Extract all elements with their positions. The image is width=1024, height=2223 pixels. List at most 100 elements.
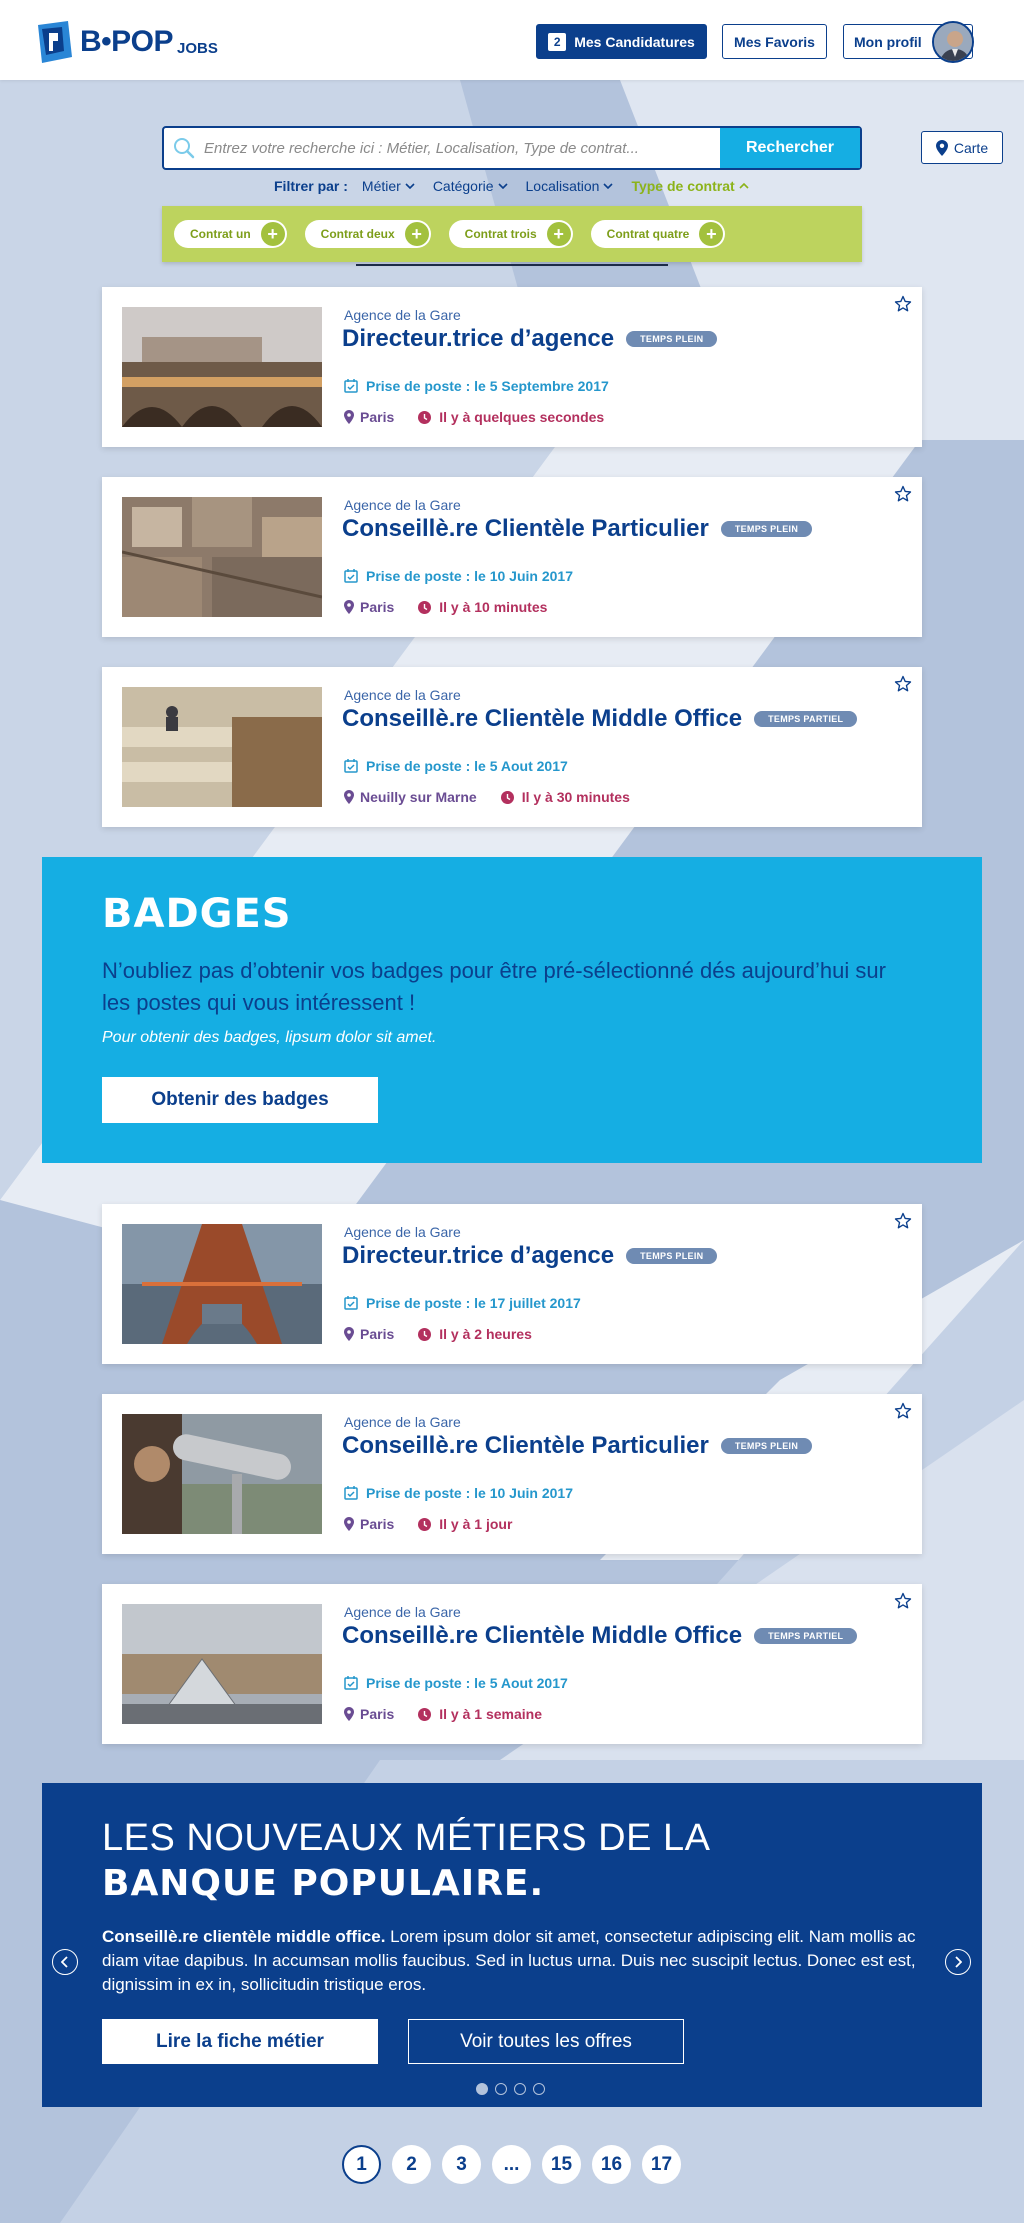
location-pin-icon <box>344 410 354 424</box>
page-button[interactable]: 16 <box>592 2145 631 2184</box>
location-pin-icon <box>344 790 354 804</box>
careers-banner: LES NOUVEAUX MÉTIERS DE LA BANQUE POPULA… <box>42 1783 982 2107</box>
location-pin-icon <box>344 1517 354 1531</box>
my-profile-button[interactable]: Mon profil <box>843 21 974 63</box>
job-start-date: Prise de poste : le 5 Septembre 2017 <box>344 378 609 394</box>
job-title-row: Conseillè.re Clientèle Middle Office TEM… <box>342 1622 858 1650</box>
page-ellipsis: ... <box>492 2145 531 2184</box>
job-photo <box>122 1224 322 1344</box>
job-title[interactable]: Directeur.trice d’agence <box>342 1242 614 1270</box>
contract-pill[interactable]: Contrat un + <box>174 220 287 248</box>
favorite-star-button[interactable] <box>894 1402 912 1425</box>
map-label: Carte <box>953 139 989 156</box>
location-pin-icon <box>344 1707 354 1721</box>
filter-label: Filtrer par : <box>274 178 348 194</box>
job-title[interactable]: Conseillè.re Clientèle Middle Office <box>342 1622 742 1650</box>
job-title-row: Directeur.trice d’agence TEMPS PLEIN <box>342 325 718 353</box>
job-photo <box>122 1414 322 1534</box>
job-meta: Paris Il y à 2 heures <box>344 1326 532 1342</box>
job-meta: Neuilly sur Marne Il y à 30 minutes <box>344 789 630 805</box>
job-posted-time: Il y à 30 minutes <box>521 789 630 805</box>
favorite-star-button[interactable] <box>894 485 912 508</box>
view-all-offers-button[interactable]: Voir toutes les offres <box>408 2019 684 2064</box>
badges-subtext: Pour obtenir des badges, lipsum dolor si… <box>102 1029 437 1046</box>
contract-badge: TEMPS PLEIN <box>626 331 718 347</box>
job-agency: Agence de la Gare <box>344 1414 461 1430</box>
job-card[interactable]: Agence de la Gare Conseillè.re Clientèle… <box>102 1584 922 1744</box>
page-button[interactable]: 17 <box>642 2145 681 2184</box>
map-button[interactable]: Carte <box>921 131 1003 164</box>
carousel-prev-button[interactable] <box>52 1949 78 1975</box>
contract-pill[interactable]: Contrat trois + <box>448 220 573 248</box>
clock-icon <box>500 790 514 804</box>
search-input[interactable] <box>204 128 720 168</box>
job-posted-time: Il y à 10 minutes <box>439 599 548 615</box>
job-start-date: Prise de poste : le 5 Aout 2017 <box>344 758 568 774</box>
job-start-date: Prise de poste : le 10 Juin 2017 <box>344 568 573 584</box>
job-card[interactable]: Agence de la Gare Conseillè.re Clientèle… <box>102 1394 922 1554</box>
job-posted-time: Il y à 1 semaine <box>439 1706 542 1722</box>
filter-localisation[interactable]: Localisation <box>526 178 614 194</box>
job-card[interactable]: Agence de la Gare Directeur.trice d’agen… <box>102 1204 922 1364</box>
logo[interactable]: B•POP JOBS <box>36 20 218 64</box>
calendar-check-icon <box>344 1486 358 1500</box>
contract-pill[interactable]: Contrat deux + <box>304 220 431 248</box>
job-meta: Paris Il y à 1 jour <box>344 1516 512 1532</box>
job-card[interactable]: Agence de la Gare Directeur.trice d’agen… <box>102 287 922 447</box>
job-title[interactable]: Conseillè.re Clientèle Particulier <box>342 515 709 543</box>
applications-label: Mes Candidatures <box>574 33 695 50</box>
favorite-star-button[interactable] <box>894 295 912 318</box>
job-title[interactable]: Directeur.trice d’agence <box>342 325 614 353</box>
get-badges-button[interactable]: Obtenir des badges <box>102 1077 378 1123</box>
carousel-dot[interactable] <box>533 2083 545 2095</box>
search-button[interactable]: Rechercher <box>720 128 860 168</box>
job-agency: Agence de la Gare <box>344 307 461 323</box>
filter-metier[interactable]: Métier <box>362 178 415 194</box>
chevron-up-icon <box>739 183 749 189</box>
my-applications-button[interactable]: 2 Mes Candidatures <box>536 24 707 59</box>
carousel-dot[interactable] <box>476 2083 488 2095</box>
job-title-row: Conseillè.re Clientèle Middle Office TEM… <box>342 705 858 733</box>
chevron-left-icon <box>61 1956 68 1968</box>
job-start-date: Prise de poste : le 17 juillet 2017 <box>344 1295 581 1311</box>
header: B•POP JOBS 2 Mes Candidatures Mes Favori… <box>0 0 1024 80</box>
contract-badge: TEMPS PLEIN <box>720 1438 813 1454</box>
favorite-star-button[interactable] <box>894 1212 912 1235</box>
badges-title: BADGES <box>102 891 292 937</box>
job-title[interactable]: Conseillè.re Clientèle Particulier <box>342 1432 709 1460</box>
job-title[interactable]: Conseillè.re Clientèle Middle Office <box>342 705 742 733</box>
page-button[interactable]: 1 <box>342 2145 381 2184</box>
job-agency: Agence de la Gare <box>344 1604 461 1620</box>
job-location: Paris <box>360 409 395 425</box>
favorite-star-button[interactable] <box>894 1592 912 1615</box>
page-button[interactable]: 15 <box>542 2145 581 2184</box>
star-icon <box>894 1402 912 1419</box>
contract-type-panel: Contrat un + Contrat deux + Contrat troi… <box>162 206 862 262</box>
calendar-check-icon <box>344 379 358 393</box>
my-favorites-button[interactable]: Mes Favoris <box>722 24 827 59</box>
carousel-dot[interactable] <box>495 2083 507 2095</box>
job-card[interactable]: Agence de la Gare Conseillè.re Clientèle… <box>102 667 922 827</box>
favorite-star-button[interactable] <box>894 675 912 698</box>
plus-icon: + <box>260 222 285 246</box>
page-button[interactable]: 3 <box>442 2145 481 2184</box>
avatar <box>932 21 974 63</box>
carousel-dot[interactable] <box>514 2083 526 2095</box>
read-job-sheet-button[interactable]: Lire la fiche métier <box>102 2019 378 2064</box>
clock-icon <box>418 1517 432 1531</box>
badges-text: N’oubliez pas d’obtenir vos badges pour … <box>102 958 886 1015</box>
job-card[interactable]: Agence de la Gare Conseillè.re Clientèle… <box>102 477 922 637</box>
filter-categorie[interactable]: Catégorie <box>433 178 508 194</box>
chevron-down-icon <box>405 183 415 189</box>
page-button[interactable]: 2 <box>392 2145 431 2184</box>
job-start-date: Prise de poste : le 10 Juin 2017 <box>344 1485 573 1501</box>
star-icon <box>894 1592 912 1609</box>
filter-type-contrat[interactable]: Type de contrat <box>631 178 749 194</box>
job-posted-time: Il y à quelques secondes <box>439 409 605 425</box>
calendar-check-icon <box>344 1676 358 1690</box>
carousel-next-button[interactable] <box>945 1949 971 1975</box>
job-meta: Paris Il y à quelques secondes <box>344 409 604 425</box>
contract-pill[interactable]: Contrat quatre + <box>590 220 726 248</box>
job-title-row: Conseillè.re Clientèle Particulier TEMPS… <box>342 515 813 543</box>
job-meta: Paris Il y à 1 semaine <box>344 1706 542 1722</box>
